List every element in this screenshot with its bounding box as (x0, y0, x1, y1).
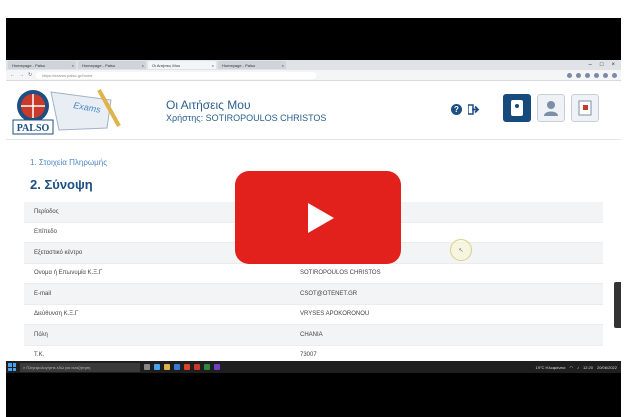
extension-icon[interactable] (612, 72, 617, 78)
row-key: Ονομα ή Επωνυμία Κ.Ξ.Γ (34, 270, 103, 277)
browser-tab[interactable]: Homepage - Palso × (78, 61, 146, 69)
palso-logo: PALSO Exams (11, 86, 131, 138)
address-bar: ← → ↻ https://exams.palso.gr/home (6, 70, 621, 81)
extension-icons (567, 72, 617, 78)
window-controls: – □ × (589, 62, 621, 68)
help-icon[interactable]: ? (451, 104, 462, 115)
app-header: PALSO Exams Οι Αιτήσεις Μου Χρήστης: SOT… (6, 82, 621, 140)
task-view-icon[interactable] (144, 364, 150, 370)
windows-taskbar: ⌕ Πληκτρολογήστε εδώ για αναζήτηση 19°C … (6, 361, 621, 373)
step-payment-link[interactable]: 1. Στοιχεία Πληρωμής (30, 158, 107, 167)
tab-label: Homepage - Palso (222, 62, 256, 68)
header-titles: Οι Αιτήσεις Μου Χρήστης: SOTIROPOULOS CH… (166, 98, 326, 123)
role-button-candidate[interactable] (503, 94, 531, 122)
extension-icon[interactable] (585, 72, 590, 78)
close-window-icon[interactable]: × (611, 62, 615, 68)
maximize-icon[interactable]: □ (600, 62, 604, 68)
reload-icon[interactable]: ↻ (28, 72, 32, 78)
edge-icon[interactable] (154, 364, 160, 370)
row-key: Πόλη (34, 331, 48, 338)
row-key: Διεύθυνση Κ.Ξ.Γ (34, 311, 79, 318)
user-line: Χρήστης: SOTIROPOULOS CHRISTOS (166, 113, 327, 123)
table-row: Πόλη CHANIA (24, 325, 603, 346)
role-switcher (503, 94, 599, 122)
table-row: E-mail CSOT@OTENET.GR (24, 284, 603, 305)
candidate-icon (511, 100, 523, 116)
wifi-icon[interactable]: ◠ (569, 365, 573, 370)
close-icon[interactable]: × (72, 63, 74, 68)
logo-text: PALSO (17, 123, 50, 134)
cursor-icon: ↖ (458, 247, 464, 254)
forward-icon[interactable]: → (19, 72, 24, 78)
browser-tab-active[interactable]: Οι Αιτήσεις Μου × (148, 61, 216, 69)
step-summary-title: 2. Σύνοψη (30, 177, 93, 192)
taskbar-search-placeholder: Πληκτρολογήστε εδώ για αναζήτηση (26, 364, 91, 370)
clock-time[interactable]: 12:20 (583, 365, 593, 370)
chrome-icon[interactable] (184, 364, 190, 370)
role-button-exam-center[interactable] (571, 94, 599, 122)
close-icon[interactable]: × (212, 63, 214, 68)
close-icon[interactable]: × (282, 63, 284, 68)
row-key: E-mail (34, 290, 52, 297)
extension-icon[interactable] (567, 72, 572, 78)
extension-icon[interactable] (594, 72, 599, 78)
play-icon (308, 202, 334, 233)
volume-icon[interactable]: ♪ (577, 365, 579, 370)
user-icon (544, 101, 558, 116)
app-icon[interactable] (194, 364, 200, 370)
header-actions: ? (451, 104, 480, 115)
side-feedback-tab[interactable] (614, 282, 621, 328)
logout-icon[interactable] (468, 104, 480, 115)
app-icon[interactable] (214, 364, 220, 370)
close-icon[interactable]: × (142, 63, 144, 68)
windows-start-icon[interactable] (8, 363, 16, 371)
tab-label: Homepage - Palso (12, 62, 46, 68)
tab-label: Οι Αιτήσεις Μου (152, 62, 181, 68)
row-value: CSOT@OTENET.GR (300, 290, 358, 297)
row-value: CHANIA (300, 331, 323, 338)
browser-tab[interactable]: Homepage - Palso × (8, 61, 76, 69)
document-icon (578, 100, 592, 116)
row-value: 73007 (300, 352, 317, 359)
letterbox-top (6, 18, 621, 60)
row-key: Τ.Κ. (34, 352, 45, 359)
minimize-icon[interactable]: – (589, 62, 592, 68)
row-value: VRYSES APOKORONOU (300, 311, 370, 318)
weather-text[interactable]: 19°C Ηλιοφάνεια (536, 365, 566, 370)
app-icon[interactable] (204, 364, 210, 370)
url-input[interactable]: https://exams.palso.gr/home (36, 71, 317, 79)
youtube-play-button[interactable] (235, 171, 401, 264)
table-row: Διεύθυνση Κ.Ξ.Γ VRYSES APOKORONOU (24, 305, 603, 325)
letterbox-bottom (6, 373, 621, 417)
page-title: Οι Αιτήσεις Μου (166, 98, 251, 112)
table-row: Ονομα ή Επωνυμία Κ.Ξ.Γ SOTIROPOULOS CHRIS… (24, 264, 603, 284)
cursor-highlight: ↖ (450, 239, 472, 261)
taskbar-search-input[interactable]: ⌕ Πληκτρολογήστε εδώ για αναζήτηση (20, 362, 140, 372)
video-frame: Homepage - Palso × Homepage - Palso × Οι Α… (0, 0, 627, 417)
back-icon[interactable]: ← (10, 72, 15, 78)
extension-icon[interactable] (576, 72, 581, 78)
role-button-user[interactable] (537, 94, 565, 122)
file-explorer-icon[interactable] (164, 364, 170, 370)
clock-date[interactable]: 20/06/2022 (597, 365, 617, 370)
system-tray: 19°C Ηλιοφάνεια ◠ ♪ 12:20 20/06/2022 (536, 365, 622, 370)
browser-tabbar: Homepage - Palso × Homepage - Palso × Οι Α… (6, 60, 621, 70)
row-value: SOTIROPOULOS CHRISTOS (300, 270, 381, 277)
store-icon[interactable] (174, 364, 180, 370)
extension-icon[interactable] (603, 72, 608, 78)
tab-label: Homepage - Palso (82, 62, 116, 68)
browser-tab[interactable]: Homepage - Palso × (218, 61, 286, 69)
